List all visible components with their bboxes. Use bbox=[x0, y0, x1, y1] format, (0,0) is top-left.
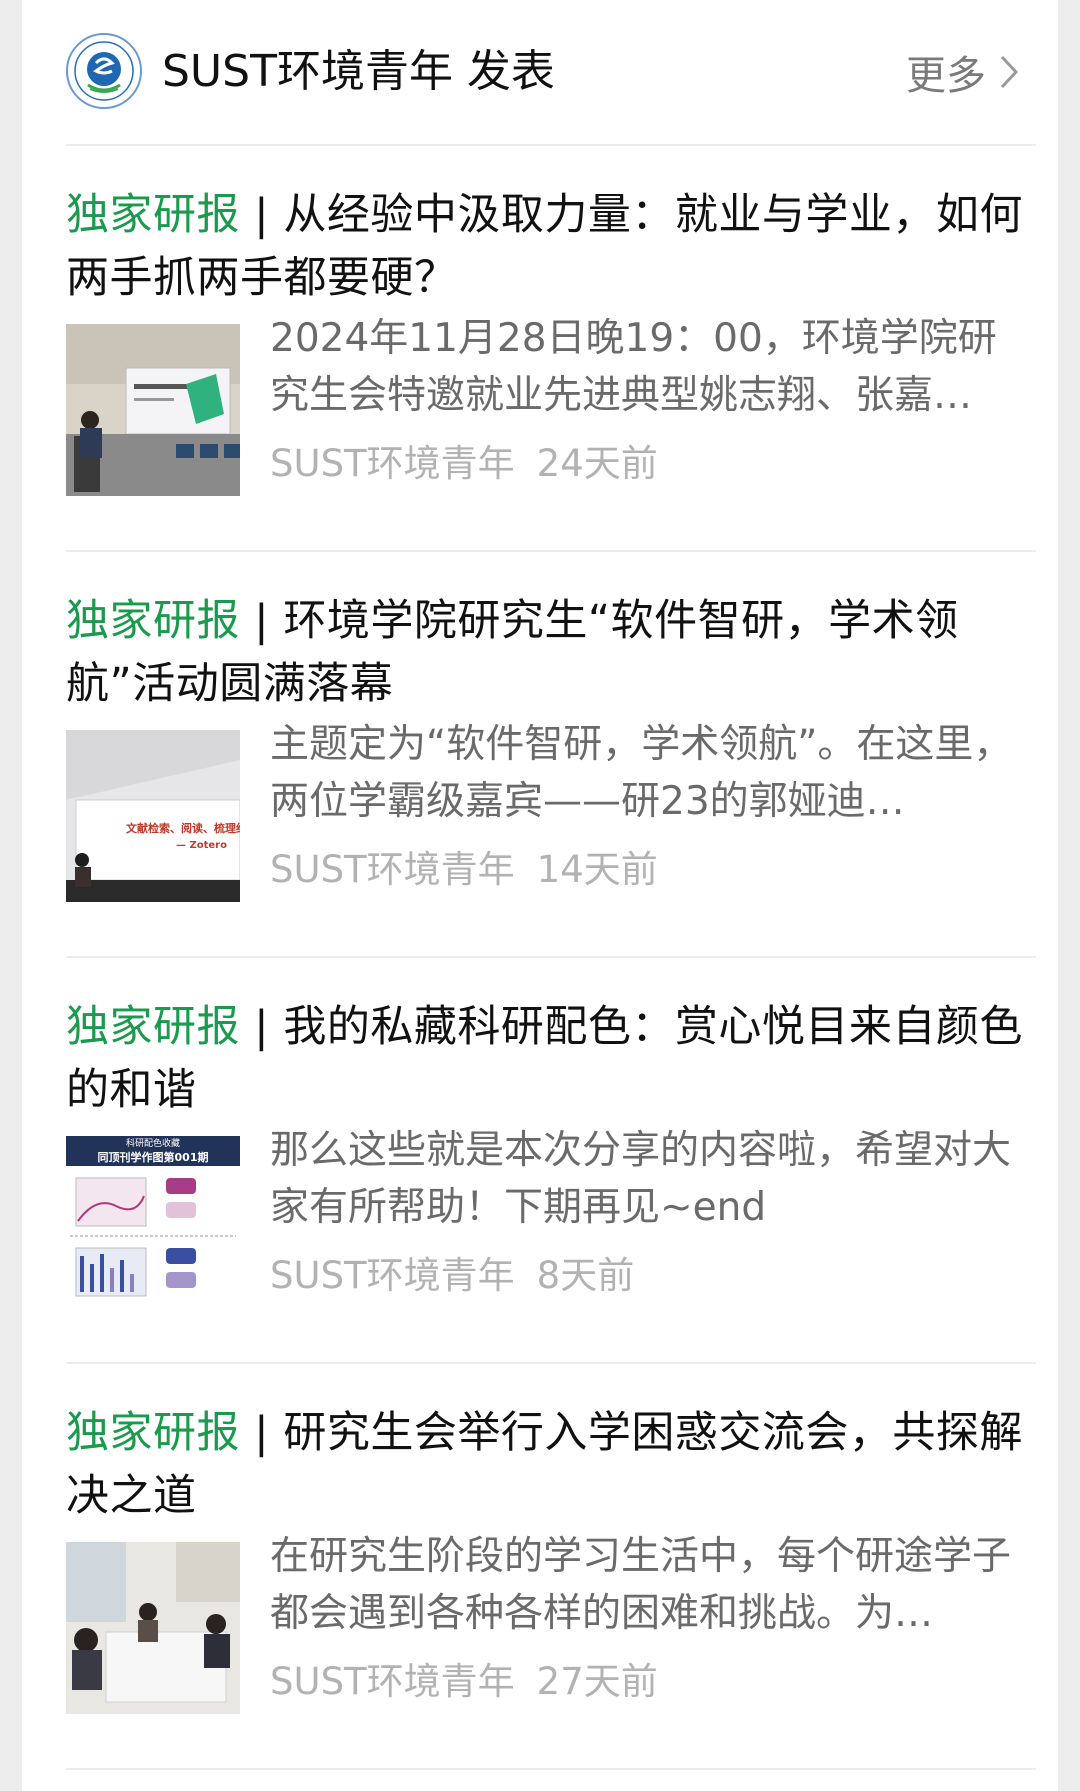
title-separator: | bbox=[240, 1002, 284, 1052]
account-header: SUST环境青年 发表 更多 bbox=[22, 0, 1058, 146]
thumb-slide-line: — Zotero bbox=[176, 840, 227, 851]
article-item[interactable]: 独家研报 | 环境学院研究生“软件智研，学术领航”活动圆满落幕 文献检索、阅读、… bbox=[22, 554, 1058, 958]
thumb-heading: 科研配色收藏 bbox=[126, 1137, 180, 1149]
account-logo[interactable] bbox=[66, 33, 142, 109]
article-item[interactable]: 独家研报 | 研究生会举行入学困惑交流会，共探解决之道 在研究生阶段的学习生活中… bbox=[22, 1366, 1058, 1770]
more-label: 更多 bbox=[906, 53, 986, 99]
account-name[interactable]: SUST环境青年 发表 bbox=[162, 44, 555, 100]
article-time: 8天前 bbox=[536, 1254, 635, 1297]
chevron-right-icon bbox=[1000, 55, 1018, 89]
article-summary: 主题定为“软件智研，学术领航”。在这里，两位学霸级嘉宾——研23的郭娅迪… bbox=[270, 722, 1013, 824]
article-source: SUST环境青年 bbox=[270, 1660, 515, 1703]
article-meta: SUST环境青年 14天前 bbox=[270, 839, 658, 893]
article-time: 14天前 bbox=[536, 848, 658, 891]
divider bbox=[66, 550, 1036, 552]
article-time: 24天前 bbox=[536, 442, 658, 485]
article-title: 独家研报 | 我的私藏科研配色：赏心悦目来自颜色的和谐 bbox=[66, 996, 1032, 1122]
article-thumbnail bbox=[66, 1542, 240, 1714]
title-separator: | bbox=[240, 1408, 284, 1458]
article-meta: SUST环境青年 27天前 bbox=[270, 1651, 658, 1705]
article-title: 独家研报 | 环境学院研究生“软件智研，学术领航”活动圆满落幕 bbox=[66, 590, 1032, 716]
divider bbox=[66, 1768, 1036, 1770]
title-separator: | bbox=[240, 596, 284, 646]
divider bbox=[66, 144, 1036, 146]
more-button[interactable]: 更多 bbox=[906, 44, 1018, 100]
thumb-slide-line: 文献检索、阅读、梳理经验 bbox=[126, 821, 240, 835]
article-source: SUST环境青年 bbox=[270, 1254, 515, 1297]
article-item[interactable]: 独家研报 | 我的私藏科研配色：赏心悦目来自颜色的和谐 科研配色收藏 同顶刊学作… bbox=[22, 960, 1058, 1364]
article-summary: 那么这些就是本次分享的内容啦，希望对大家有所帮助！下期再见~end bbox=[270, 1128, 1012, 1230]
article-time: 27天前 bbox=[536, 1660, 658, 1703]
article-source: SUST环境青年 bbox=[270, 848, 515, 891]
article-tag: 独家研报 bbox=[66, 596, 240, 646]
divider bbox=[66, 956, 1036, 958]
article-title: 独家研报 | 研究生会举行入学困惑交流会，共探解决之道 bbox=[66, 1402, 1032, 1528]
divider bbox=[66, 1362, 1036, 1364]
article-tag: 独家研报 bbox=[66, 1002, 240, 1052]
article-thumbnail bbox=[66, 324, 240, 496]
article-thumbnail: 文献检索、阅读、梳理经验 — Zotero bbox=[66, 730, 240, 902]
article-item[interactable]: 独家研报 | 从经验中汲取力量：就业与学业，如何两手抓两手都要硬？ 2024年1… bbox=[22, 148, 1058, 552]
article-summary: 2024年11月28日晚19：00，环境学院研究生会特邀就业先进典型姚志翔、张嘉… bbox=[270, 316, 997, 418]
article-meta: SUST环境青年 24天前 bbox=[270, 433, 658, 487]
account-card: SUST环境青年 发表 更多 独家研报 | 从经验中汲取力量：就业与学业，如何两… bbox=[22, 0, 1058, 1791]
thumb-heading: 同顶刊学作图第001期 bbox=[98, 1150, 209, 1164]
article-meta: SUST环境青年 8天前 bbox=[270, 1245, 634, 1299]
title-separator: | bbox=[240, 190, 284, 240]
article-source: SUST环境青年 bbox=[270, 442, 515, 485]
article-tag: 独家研报 bbox=[66, 1408, 240, 1458]
article-title: 独家研报 | 从经验中汲取力量：就业与学业，如何两手抓两手都要硬？ bbox=[66, 184, 1032, 310]
article-thumbnail: 科研配色收藏 同顶刊学作图第001期 bbox=[66, 1136, 240, 1308]
article-tag: 独家研报 bbox=[66, 190, 240, 240]
article-summary: 在研究生阶段的学习生活中，每个研途学子都会遇到各种各样的困难和挑战。为… bbox=[270, 1534, 1012, 1636]
